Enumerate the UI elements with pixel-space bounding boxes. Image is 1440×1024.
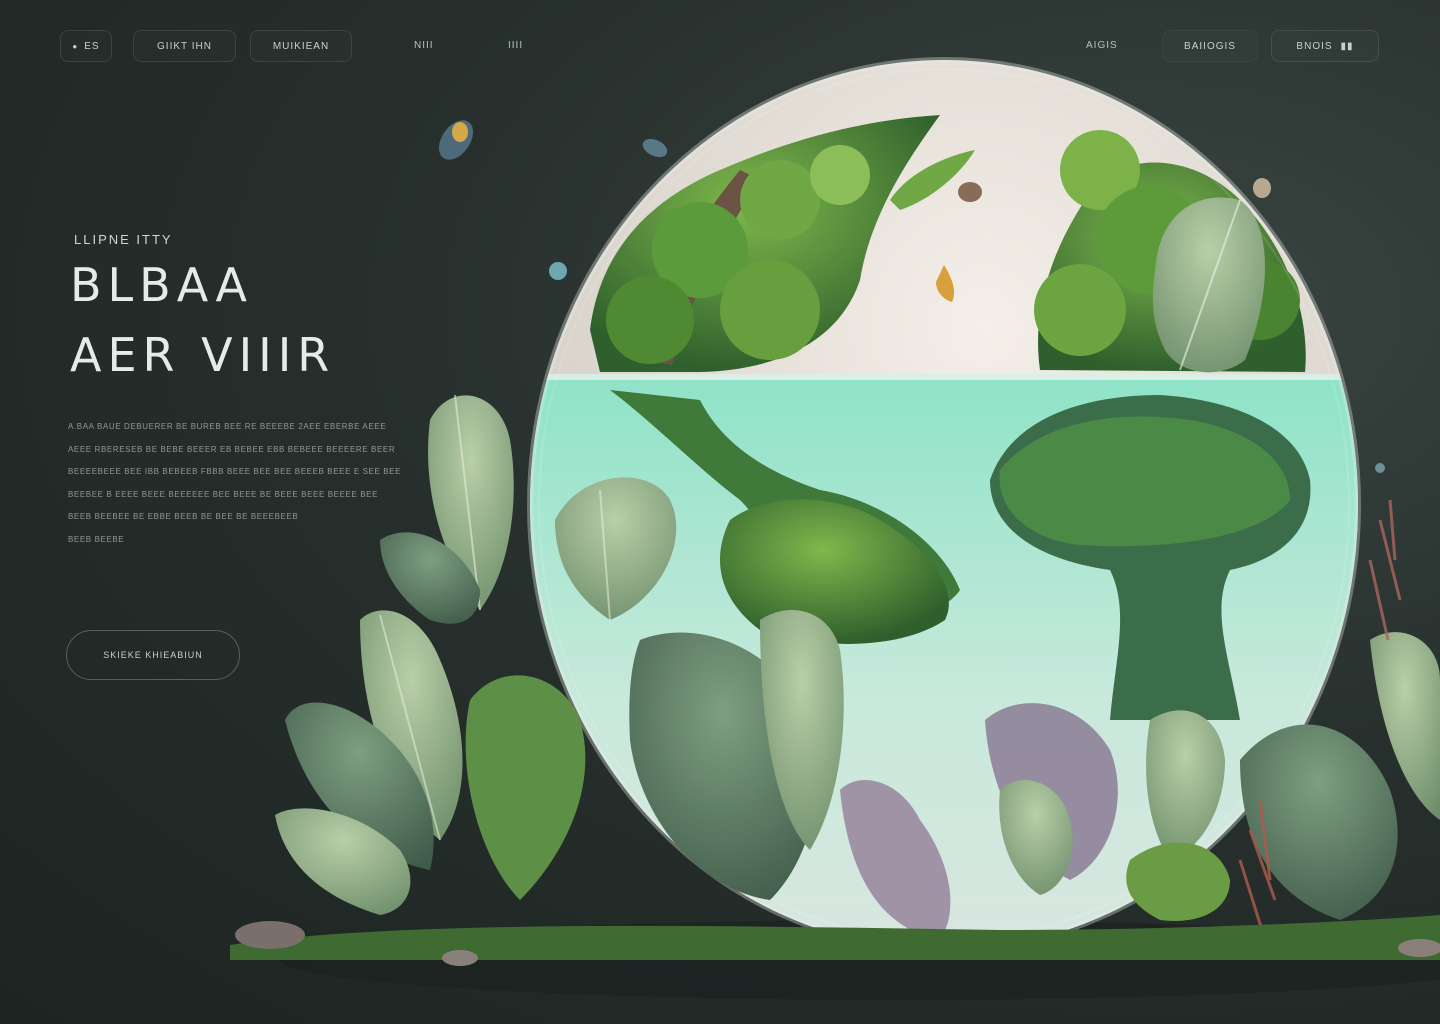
hero-eyebrow: LLIPNE ITTY: [74, 232, 173, 247]
language-switcher[interactable]: ● ES: [60, 30, 112, 62]
hero-title-line-2: AER VIIIR: [70, 328, 336, 382]
start-button[interactable]: GIIKT IHN: [133, 30, 236, 62]
hero-title-line-1: BLBAA: [70, 258, 253, 312]
top-nav: ● ES GIIKT IHN MUIKIEAN NIII IIII AIGIS …: [0, 30, 1440, 64]
nav-link-b[interactable]: IIII: [508, 40, 523, 51]
nav-link-about[interactable]: AIGIS: [1086, 40, 1118, 51]
bows-button-label: BNOIS: [1296, 40, 1333, 52]
museum-button-label: MUIKIEAN: [272, 40, 330, 52]
hero-paragraph: A.BAA BAUE DEBUERER BE BUREB BEE RE BEEE…: [68, 416, 402, 552]
globe-icon: ●: [72, 41, 79, 51]
brands-button-label: BAIIOGIS: [1184, 40, 1236, 52]
museum-button[interactable]: MUIKIEAN: [250, 30, 352, 62]
bows-button[interactable]: BNOIS ▮▮: [1271, 30, 1379, 62]
paragraph-line: AEEE RBERESEB BE BEBE BEEER EB BEBEE EBB…: [68, 444, 396, 454]
paragraph-line: BEEB BEEBE: [68, 534, 125, 544]
brands-button[interactable]: BAIIOGIS: [1162, 30, 1258, 62]
paragraph-line: BEEB BEEBEE BE EBBE BEEB BE BEE BE BEEEB…: [68, 512, 299, 522]
cta-button[interactable]: SKIEKE KHIEABIUN: [66, 630, 240, 680]
nav-link-a[interactable]: NIII: [414, 40, 434, 51]
paragraph-line: A.BAA BAUE DEBUERER BE BUREB BEE RE BEEE…: [68, 422, 387, 431]
menu-icon: ▮▮: [1340, 40, 1354, 52]
language-label: ES: [84, 40, 100, 52]
cta-button-label: SKIEKE KHIEABIUN: [103, 650, 203, 660]
paragraph-line: BEEBEE B EEEE BEEE BEEEEEE BEE BEEE BE B…: [68, 489, 379, 499]
paragraph-line: BEEEEBEEE BEE IBB BEBEEB FBBB BEEE BEE B…: [68, 467, 402, 477]
start-button-label: GIIKT IHN: [157, 40, 212, 52]
